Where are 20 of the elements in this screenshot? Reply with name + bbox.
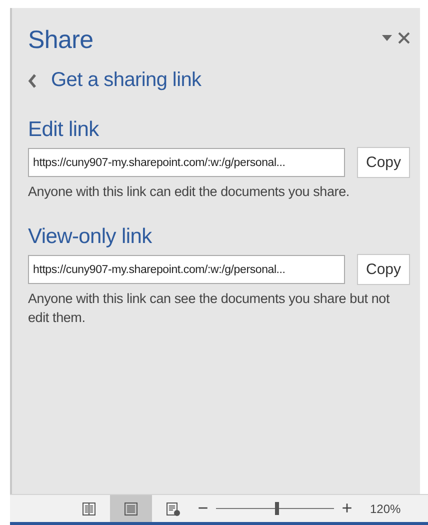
section-heading: View-only link (28, 225, 153, 249)
link-field[interactable]: https://cuny907-my.sharepoint.com/:w:/g/personal... (28, 255, 345, 284)
web-layout-icon[interactable] (166, 502, 180, 516)
copy-button[interactable]: Copy (357, 254, 410, 285)
zoom-level[interactable]: 120% (370, 502, 401, 516)
zoom-in-button[interactable]: + (338, 498, 356, 519)
copy-button[interactable]: Copy (357, 147, 410, 178)
link-description: Anyone with this link can edit the documents you share. (28, 183, 350, 201)
dropdown-icon[interactable] (382, 34, 392, 40)
zoom-out-button[interactable]: − (194, 498, 212, 519)
read-mode-icon[interactable] (82, 502, 96, 516)
back-icon[interactable] (28, 74, 37, 88)
pane-subtitle: Get a sharing link (51, 69, 202, 92)
close-icon[interactable] (398, 32, 410, 44)
pane-title: Share (28, 26, 94, 55)
section-heading: Edit link (28, 118, 100, 142)
link-field[interactable]: https://cuny907-my.sharepoint.com/:w:/g/personal... (28, 148, 345, 177)
zoom-slider-thumb[interactable] (275, 502, 280, 515)
print-layout-icon[interactable] (124, 502, 138, 516)
link-description: Anyone with this link can see the documents you share but not edit them. (28, 290, 391, 327)
